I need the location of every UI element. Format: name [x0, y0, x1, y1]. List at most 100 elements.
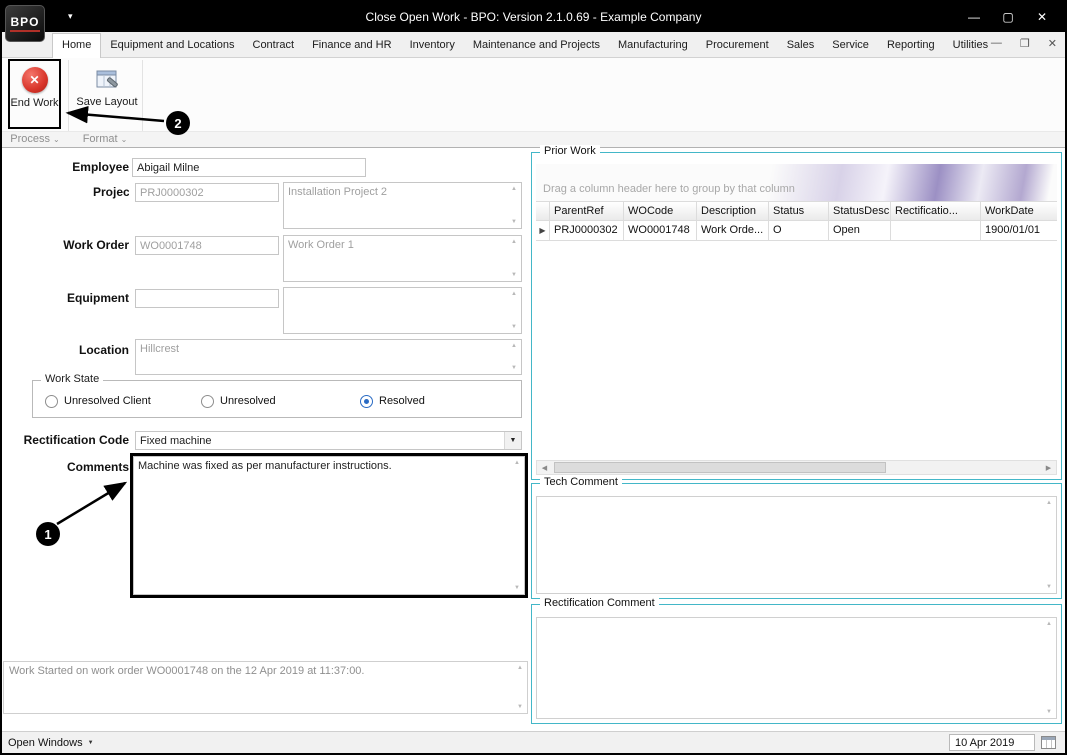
- end-work-button[interactable]: ✕ End Work: [10, 61, 59, 127]
- grid-cell-parentref[interactable]: PRJ0000302: [550, 221, 624, 241]
- grid-header-parentref[interactable]: ParentRef: [550, 201, 624, 221]
- radio-unresolved[interactable]: Unresolved: [201, 393, 276, 409]
- group-chevron-icon: ⌄: [53, 135, 60, 144]
- tab-reporting[interactable]: Reporting: [878, 34, 944, 57]
- tech-comment-group: Tech Comment ▲ ▼: [531, 476, 1062, 599]
- spin-down-icon[interactable]: ▼: [511, 219, 517, 225]
- titlebar: Close Open Work - BPO: Version 2.1.0.69 …: [2, 2, 1065, 32]
- tech-comment-textarea[interactable]: ▲ ▼: [536, 496, 1057, 594]
- spin-down-icon[interactable]: ▼: [511, 324, 517, 330]
- spin-up-icon[interactable]: ▲: [511, 186, 517, 192]
- tab-utilities[interactable]: Utilities: [944, 34, 997, 57]
- scroll-thumb[interactable]: [554, 462, 886, 473]
- grid-header-wocode[interactable]: WOCode: [624, 201, 697, 221]
- tab-maintenance-and-projects[interactable]: Maintenance and Projects: [464, 34, 609, 57]
- grid-row[interactable]: ▶ PRJ0000302 WO0001748 Work Orde... O Op…: [536, 221, 1057, 241]
- spin-up-icon[interactable]: ▲: [1046, 500, 1052, 506]
- open-windows-caret-icon: ▼: [87, 739, 94, 746]
- spin-down-icon[interactable]: ▼: [511, 272, 517, 278]
- spin-down-icon[interactable]: ▼: [514, 585, 520, 591]
- project-label: Project: [93, 185, 129, 199]
- ribbon-tabstrip: Home Equipment and Locations Contract Fi…: [2, 32, 1065, 58]
- spin-up-icon[interactable]: ▲: [1046, 621, 1052, 627]
- row-indicator-icon: ▶: [536, 221, 550, 241]
- spin-up-icon[interactable]: ▲: [511, 291, 517, 297]
- annotation-box-comments: Machine was fixed as per manufacturer in…: [130, 453, 528, 598]
- project-description-box[interactable]: Installation Project 2 ▲ ▼: [283, 182, 522, 229]
- annotation-box-end-work: ✕ End Work: [8, 59, 61, 129]
- tab-service[interactable]: Service: [823, 34, 878, 57]
- tab-home[interactable]: Home: [52, 33, 102, 58]
- grid-header-description[interactable]: Description: [697, 201, 769, 221]
- comments-textarea[interactable]: Machine was fixed as per manufacturer in…: [133, 456, 525, 595]
- tab-sales[interactable]: Sales: [778, 34, 824, 57]
- spin-up-icon[interactable]: ▲: [511, 343, 517, 349]
- tab-equipment-and-locations[interactable]: Equipment and Locations: [101, 34, 243, 57]
- close-button[interactable]: ✕: [1025, 10, 1059, 24]
- mdi-minimize-button[interactable]: —: [991, 37, 1002, 50]
- employee-input[interactable]: Abigail Milne: [132, 158, 366, 177]
- bpo-logo: BPO: [5, 5, 45, 42]
- minimize-button[interactable]: —: [957, 10, 991, 24]
- grid-cell-wocode[interactable]: WO0001748: [624, 221, 697, 241]
- group-by-gradient: [757, 164, 1057, 201]
- status-bar: Open Windows ▼ 10 Apr 2019: [2, 731, 1065, 753]
- ribbon-group-row: Process ⌄ Format ⌄: [2, 131, 1065, 147]
- rectification-comment-textarea[interactable]: ▲ ▼: [536, 617, 1057, 719]
- radio-unresolved-client[interactable]: Unresolved Client: [45, 393, 151, 409]
- spin-down-icon[interactable]: ▼: [1046, 709, 1052, 715]
- work-order-description-box[interactable]: Work Order 1 ▲ ▼: [283, 235, 522, 282]
- spin-down-icon[interactable]: ▼: [1046, 584, 1052, 590]
- grid-cell-description[interactable]: Work Orde...: [697, 221, 769, 241]
- calendar-icon[interactable]: [1041, 736, 1056, 749]
- mdi-restore-button[interactable]: ❐: [1020, 37, 1030, 50]
- tab-manufacturing[interactable]: Manufacturing: [609, 34, 697, 57]
- ribbon-group-format[interactable]: Format ⌄: [68, 133, 142, 145]
- scroll-left-icon[interactable]: ◀: [537, 461, 552, 474]
- rectification-code-combo[interactable]: Fixed machine ▼: [135, 431, 522, 450]
- work-started-note: Work Started on work order WO0001748 on …: [3, 661, 528, 714]
- work-order-code-input[interactable]: WO0001748: [135, 236, 279, 255]
- grid-cell-rectification[interactable]: [891, 221, 981, 241]
- mdi-close-button[interactable]: ✕: [1048, 37, 1057, 50]
- maximize-button[interactable]: ▢: [991, 10, 1025, 24]
- grid-header-statusdesc[interactable]: StatusDesc: [829, 201, 891, 221]
- grid-header-status[interactable]: Status: [769, 201, 829, 221]
- radio-resolved[interactable]: Resolved: [360, 393, 425, 409]
- spin-up-icon[interactable]: ▲: [514, 460, 520, 466]
- grid-header: ParentRef WOCode Description Status Stat…: [536, 201, 1057, 221]
- location-label: Location: [79, 343, 129, 357]
- quick-access-chevron-icon[interactable]: ▾: [68, 11, 73, 22]
- tab-contract[interactable]: Contract: [244, 34, 304, 57]
- tab-inventory[interactable]: Inventory: [401, 34, 464, 57]
- save-layout-button[interactable]: Save Layout: [76, 61, 138, 125]
- equipment-description-box[interactable]: ▲ ▼: [283, 287, 522, 334]
- spin-up-icon[interactable]: ▲: [511, 239, 517, 245]
- project-code-input[interactable]: PRJ0000302: [135, 183, 279, 202]
- grid-cell-workdate[interactable]: 1900/01/01: [981, 221, 1057, 241]
- location-box[interactable]: Hillcrest ▲ ▼: [135, 339, 522, 375]
- grid-header-workdate[interactable]: WorkDate: [981, 201, 1057, 221]
- ribbon-group-process[interactable]: Process ⌄: [2, 133, 68, 145]
- equipment-code-input[interactable]: [135, 289, 279, 308]
- scroll-right-icon[interactable]: ▶: [1041, 461, 1056, 474]
- end-work-label: End Work: [10, 97, 59, 109]
- spin-down-icon[interactable]: ▼: [511, 365, 517, 371]
- spin-down-icon: ▼: [517, 704, 523, 710]
- spin-up-icon: ▲: [517, 665, 523, 671]
- grid-header-rectification[interactable]: Rectificatio...: [891, 201, 981, 221]
- tab-finance-and-hr[interactable]: Finance and HR: [303, 34, 401, 57]
- combo-dropdown-icon[interactable]: ▼: [504, 432, 521, 449]
- window-title: Close Open Work - BPO: Version 2.1.0.69 …: [365, 10, 702, 24]
- tab-procurement[interactable]: Procurement: [697, 34, 778, 57]
- rectification-comment-group: Rectification Comment ▲ ▼: [531, 597, 1062, 724]
- h-scrollbar[interactable]: ◀ ▶: [536, 460, 1057, 475]
- prior-work-grid: ParentRef WOCode Description Status Stat…: [536, 201, 1057, 241]
- group-by-panel[interactable]: Drag a column header here to group by th…: [536, 164, 1057, 201]
- equipment-label: Equipment: [67, 291, 129, 305]
- grid-cell-status[interactable]: O: [769, 221, 829, 241]
- open-windows-button[interactable]: Open Windows ▼: [8, 737, 94, 749]
- grid-cell-statusdesc[interactable]: Open: [829, 221, 891, 241]
- date-field[interactable]: 10 Apr 2019: [949, 734, 1035, 751]
- work-state-group: Work State Unresolved Client Unresolved …: [32, 373, 522, 418]
